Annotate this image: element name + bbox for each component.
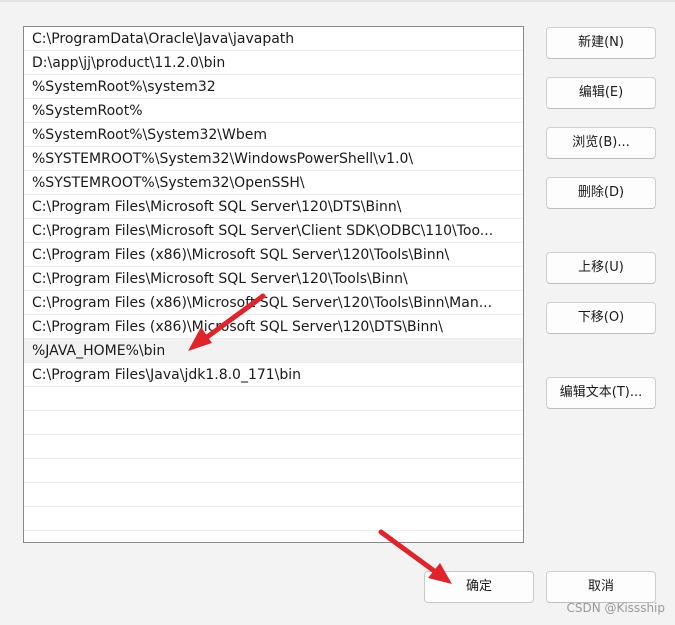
path-entry-row[interactable]: C:\Program Files\Java\jdk1.8.0_171\bin	[24, 363, 523, 387]
path-entry-row[interactable]	[24, 435, 523, 459]
path-entry-row[interactable]: %SystemRoot%\system32	[24, 75, 523, 99]
path-entry-row[interactable]: %SYSTEMROOT%\System32\WindowsPowerShell\…	[24, 147, 523, 171]
path-entry-row[interactable]: %SystemRoot%	[24, 99, 523, 123]
move-up-button[interactable]: 上移(U)	[546, 252, 656, 284]
ok-button[interactable]: 确定	[424, 571, 534, 603]
path-entry-row[interactable]: D:\app\jj\product\11.2.0\bin	[24, 51, 523, 75]
watermark-text: CSDN @Kissship	[566, 601, 665, 615]
path-entry-row[interactable]: C:\Program Files (x86)\Microsoft SQL Ser…	[24, 243, 523, 267]
path-entry-row[interactable]	[24, 483, 523, 507]
path-entry-row[interactable]: C:\Program Files (x86)\Microsoft SQL Ser…	[24, 315, 523, 339]
path-entry-row[interactable]: C:\Program Files\Microsoft SQL Server\Cl…	[24, 219, 523, 243]
path-entry-row[interactable]: %JAVA_HOME%\bin	[24, 339, 523, 363]
path-entry-row[interactable]: %SYSTEMROOT%\System32\OpenSSH\	[24, 171, 523, 195]
edit-text-button[interactable]: 编辑文本(T)...	[546, 377, 656, 409]
path-entry-row[interactable]: C:\Program Files\Microsoft SQL Server\12…	[24, 267, 523, 291]
cancel-button[interactable]: 取消	[546, 571, 656, 603]
path-entry-row[interactable]: %SystemRoot%\System32\Wbem	[24, 123, 523, 147]
path-entry-row[interactable]	[24, 411, 523, 435]
new-button[interactable]: 新建(N)	[546, 27, 656, 59]
path-entry-row[interactable]: C:\Program Files (x86)\Microsoft SQL Ser…	[24, 291, 523, 315]
path-entry-row[interactable]	[24, 531, 523, 542]
browse-button[interactable]: 浏览(B)...	[546, 127, 656, 159]
path-entry-row[interactable]: C:\ProgramData\Oracle\Java\javapath	[24, 27, 523, 51]
delete-button[interactable]: 删除(D)	[546, 177, 656, 209]
path-entry-row[interactable]: C:\Program Files\Microsoft SQL Server\12…	[24, 195, 523, 219]
edit-button[interactable]: 编辑(E)	[546, 77, 656, 109]
window-top-edge	[0, 0, 675, 2]
path-entry-row[interactable]	[24, 387, 523, 411]
path-entry-row[interactable]	[24, 507, 523, 531]
path-entry-list[interactable]: C:\ProgramData\Oracle\Java\javapath D:\ap…	[23, 26, 524, 543]
path-entry-row[interactable]	[24, 459, 523, 483]
move-down-button[interactable]: 下移(O)	[546, 302, 656, 334]
